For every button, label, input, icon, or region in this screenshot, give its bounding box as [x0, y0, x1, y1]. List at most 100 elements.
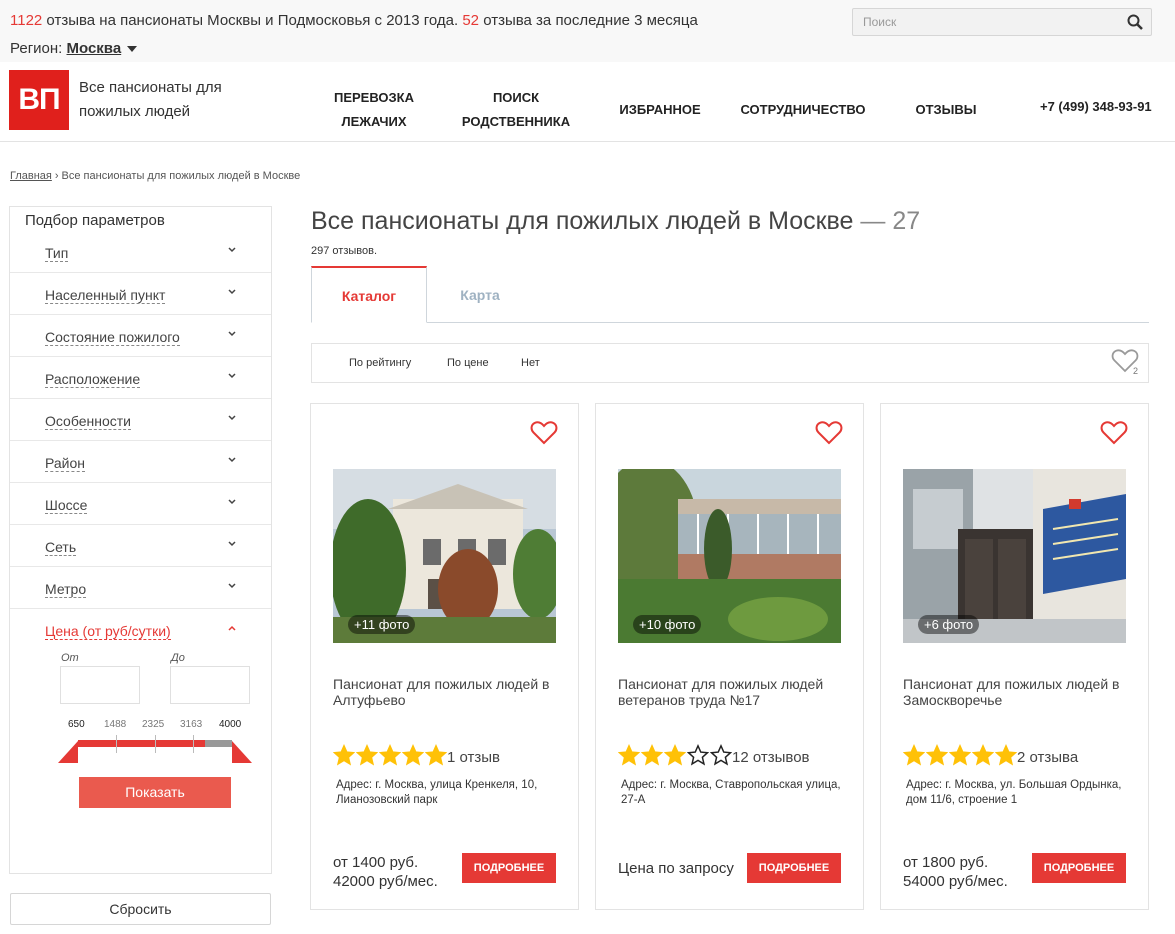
nav-transport[interactable]: Перевозка лежачих — [322, 86, 426, 134]
chevron-down-icon — [228, 415, 236, 421]
slider-tick-mark — [155, 735, 156, 753]
listing-card: +10 фото Пансионат для пожилых людей вет… — [595, 403, 864, 910]
caret-down-icon[interactable] — [127, 46, 138, 53]
chevron-down-icon — [228, 541, 236, 547]
filter-locality[interactable]: Населенный пункт — [10, 273, 271, 315]
review-count[interactable]: 2 отзыва — [1017, 749, 1078, 766]
listing-card: +6 фото Пансионат для пожилых людей в За… — [880, 403, 1149, 910]
rating-stars — [333, 744, 448, 770]
site-name[interactable]: Все пансионаты для пожилых людей — [79, 76, 249, 124]
price-from-input[interactable] — [60, 666, 140, 704]
listing-name[interactable]: Пансионат для пожилых людей ветеранов тр… — [618, 676, 848, 708]
price-per-day: Цена по запросу — [618, 860, 734, 877]
listing-photo[interactable]: +6 фото — [903, 469, 1126, 643]
tabs-divider — [311, 322, 1149, 323]
show-button[interactable]: Показать — [79, 777, 231, 808]
sort-by-price[interactable]: По цене — [447, 357, 489, 369]
price-tick: 1488 — [104, 719, 127, 730]
reviews-text-1: отзыва на пансионаты Москвы и Подмосковь… — [42, 12, 463, 29]
filter-heading: Подбор параметров — [25, 212, 165, 229]
price-slider-rest — [205, 740, 232, 747]
breadcrumb-current: Все пансионаты для пожилых людей в Москв… — [61, 170, 301, 182]
filter-condition[interactable]: Состояние пожилого — [10, 315, 271, 357]
filter-highway[interactable]: Шоссе — [10, 483, 271, 525]
chevron-down-icon — [228, 247, 236, 253]
price-to-input[interactable] — [170, 666, 250, 704]
sort-bar: По рейтингу По цене Нет — [311, 343, 1149, 383]
listing-name[interactable]: Пансионат для пожилых людей в Замоскворе… — [903, 676, 1133, 708]
star-filled-icon — [379, 744, 401, 766]
heart-icon[interactable] — [815, 420, 843, 446]
listing-name[interactable]: Пансионат для пожилых людей в Алтуфьево — [333, 676, 563, 708]
nav-reviews[interactable]: Отзывы — [905, 98, 987, 122]
page-title-text: Все пансионаты для пожилых людей в Москв… — [311, 207, 854, 235]
breadcrumb: Главная › Все пансионаты для пожилых людей… — [10, 170, 300, 182]
details-button[interactable]: ПОДРОБНЕЕ — [462, 853, 556, 883]
filter-label: Расположение — [45, 371, 141, 388]
sort-none[interactable]: Нет — [521, 357, 540, 369]
slider-tick-mark — [116, 735, 117, 753]
page-title: Все пансионаты для пожилых людей в Москв… — [311, 207, 920, 236]
listing-price: Цена по запросу — [618, 859, 734, 878]
filter-label: Особенности — [45, 413, 131, 430]
listing-address: Адрес: г. Москва, ул. Большая Ордынка, д… — [906, 779, 1122, 806]
filter-sidebar: Подбор параметров Тип Населенный пункт С… — [9, 206, 272, 874]
review-count[interactable]: 1 отзыв — [447, 749, 500, 766]
price-per-day: от 1400 руб. — [333, 854, 419, 871]
breadcrumb-home[interactable]: Главная — [10, 170, 52, 182]
search-box — [852, 8, 1152, 36]
reviews-summary: 1122 отзыва на пансионаты Москвы и Подмо… — [10, 12, 698, 29]
nav-reviews-label: Отзывы — [915, 102, 977, 117]
filter-type[interactable]: Тип — [10, 231, 271, 273]
photo-count-badge: +10 фото — [633, 615, 702, 634]
price-per-day: от 1800 руб. — [903, 854, 989, 871]
listing-photo[interactable]: +10 фото — [618, 469, 841, 643]
search-icon[interactable] — [1127, 14, 1143, 30]
star-filled-icon — [356, 744, 378, 766]
nav-relative-search[interactable]: Поиск родственника — [455, 86, 577, 134]
listing-price: от 1800 руб. 54000 руб/мес. — [903, 853, 1008, 891]
details-button[interactable]: ПОДРОБНЕЕ — [747, 853, 841, 883]
listing-photo[interactable]: +11 фото — [333, 469, 556, 643]
filter-district[interactable]: Район — [10, 441, 271, 483]
review-count[interactable]: 12 отзывов — [732, 749, 810, 766]
rating-stars — [903, 744, 1018, 770]
price-per-month: 54000 руб/мес. — [903, 873, 1008, 890]
nav-cooperation[interactable]: Сотрудничество — [733, 98, 873, 122]
region-selector[interactable]: Регион: Москва — [10, 40, 138, 57]
tab-catalog[interactable]: Каталог — [311, 266, 427, 323]
star-filled-icon — [641, 744, 663, 766]
price-tick: 2325 — [142, 719, 165, 730]
chevron-down-icon — [228, 331, 236, 337]
price-tick: 3163 — [180, 719, 203, 730]
sort-by-rating[interactable]: По рейтингу — [349, 357, 411, 369]
filter-label: Тип — [45, 245, 69, 262]
star-filled-icon — [949, 744, 971, 766]
details-button[interactable]: ПОДРОБНЕЕ — [1032, 853, 1126, 883]
star-filled-icon — [664, 744, 686, 766]
site-logo[interactable]: ВП — [9, 70, 69, 130]
price-slider-min-handle[interactable] — [58, 741, 78, 763]
tab-map[interactable]: Карта — [427, 266, 533, 322]
price-tick: 650 — [68, 719, 85, 730]
star-filled-icon — [333, 744, 355, 766]
filter-network[interactable]: Сеть — [10, 525, 271, 567]
filter-label: Шоссе — [45, 497, 88, 514]
favorites-counter[interactable]: 2 — [1111, 348, 1141, 378]
result-count: — 27 — [860, 207, 921, 235]
filter-location[interactable]: Расположение — [10, 357, 271, 399]
price-slider-max-handle[interactable] — [232, 741, 252, 763]
filter-label: Населенный пункт — [45, 287, 166, 304]
heart-icon[interactable] — [1100, 420, 1128, 446]
slider-tick-mark — [193, 735, 194, 753]
heart-icon[interactable] — [530, 420, 558, 446]
filter-metro[interactable]: Метро — [10, 567, 271, 609]
filter-features[interactable]: Особенности — [10, 399, 271, 441]
reset-button[interactable]: Сбросить — [10, 893, 271, 925]
phone-number[interactable]: +7 (499) 348-93-91 — [1040, 99, 1152, 114]
filter-price[interactable]: Цена (от руб/сутки) — [10, 609, 271, 651]
search-input[interactable] — [853, 9, 1113, 35]
star-filled-icon — [972, 744, 994, 766]
nav-favorites[interactable]: Избранное — [612, 98, 708, 122]
region-value[interactable]: Москва — [67, 40, 122, 57]
